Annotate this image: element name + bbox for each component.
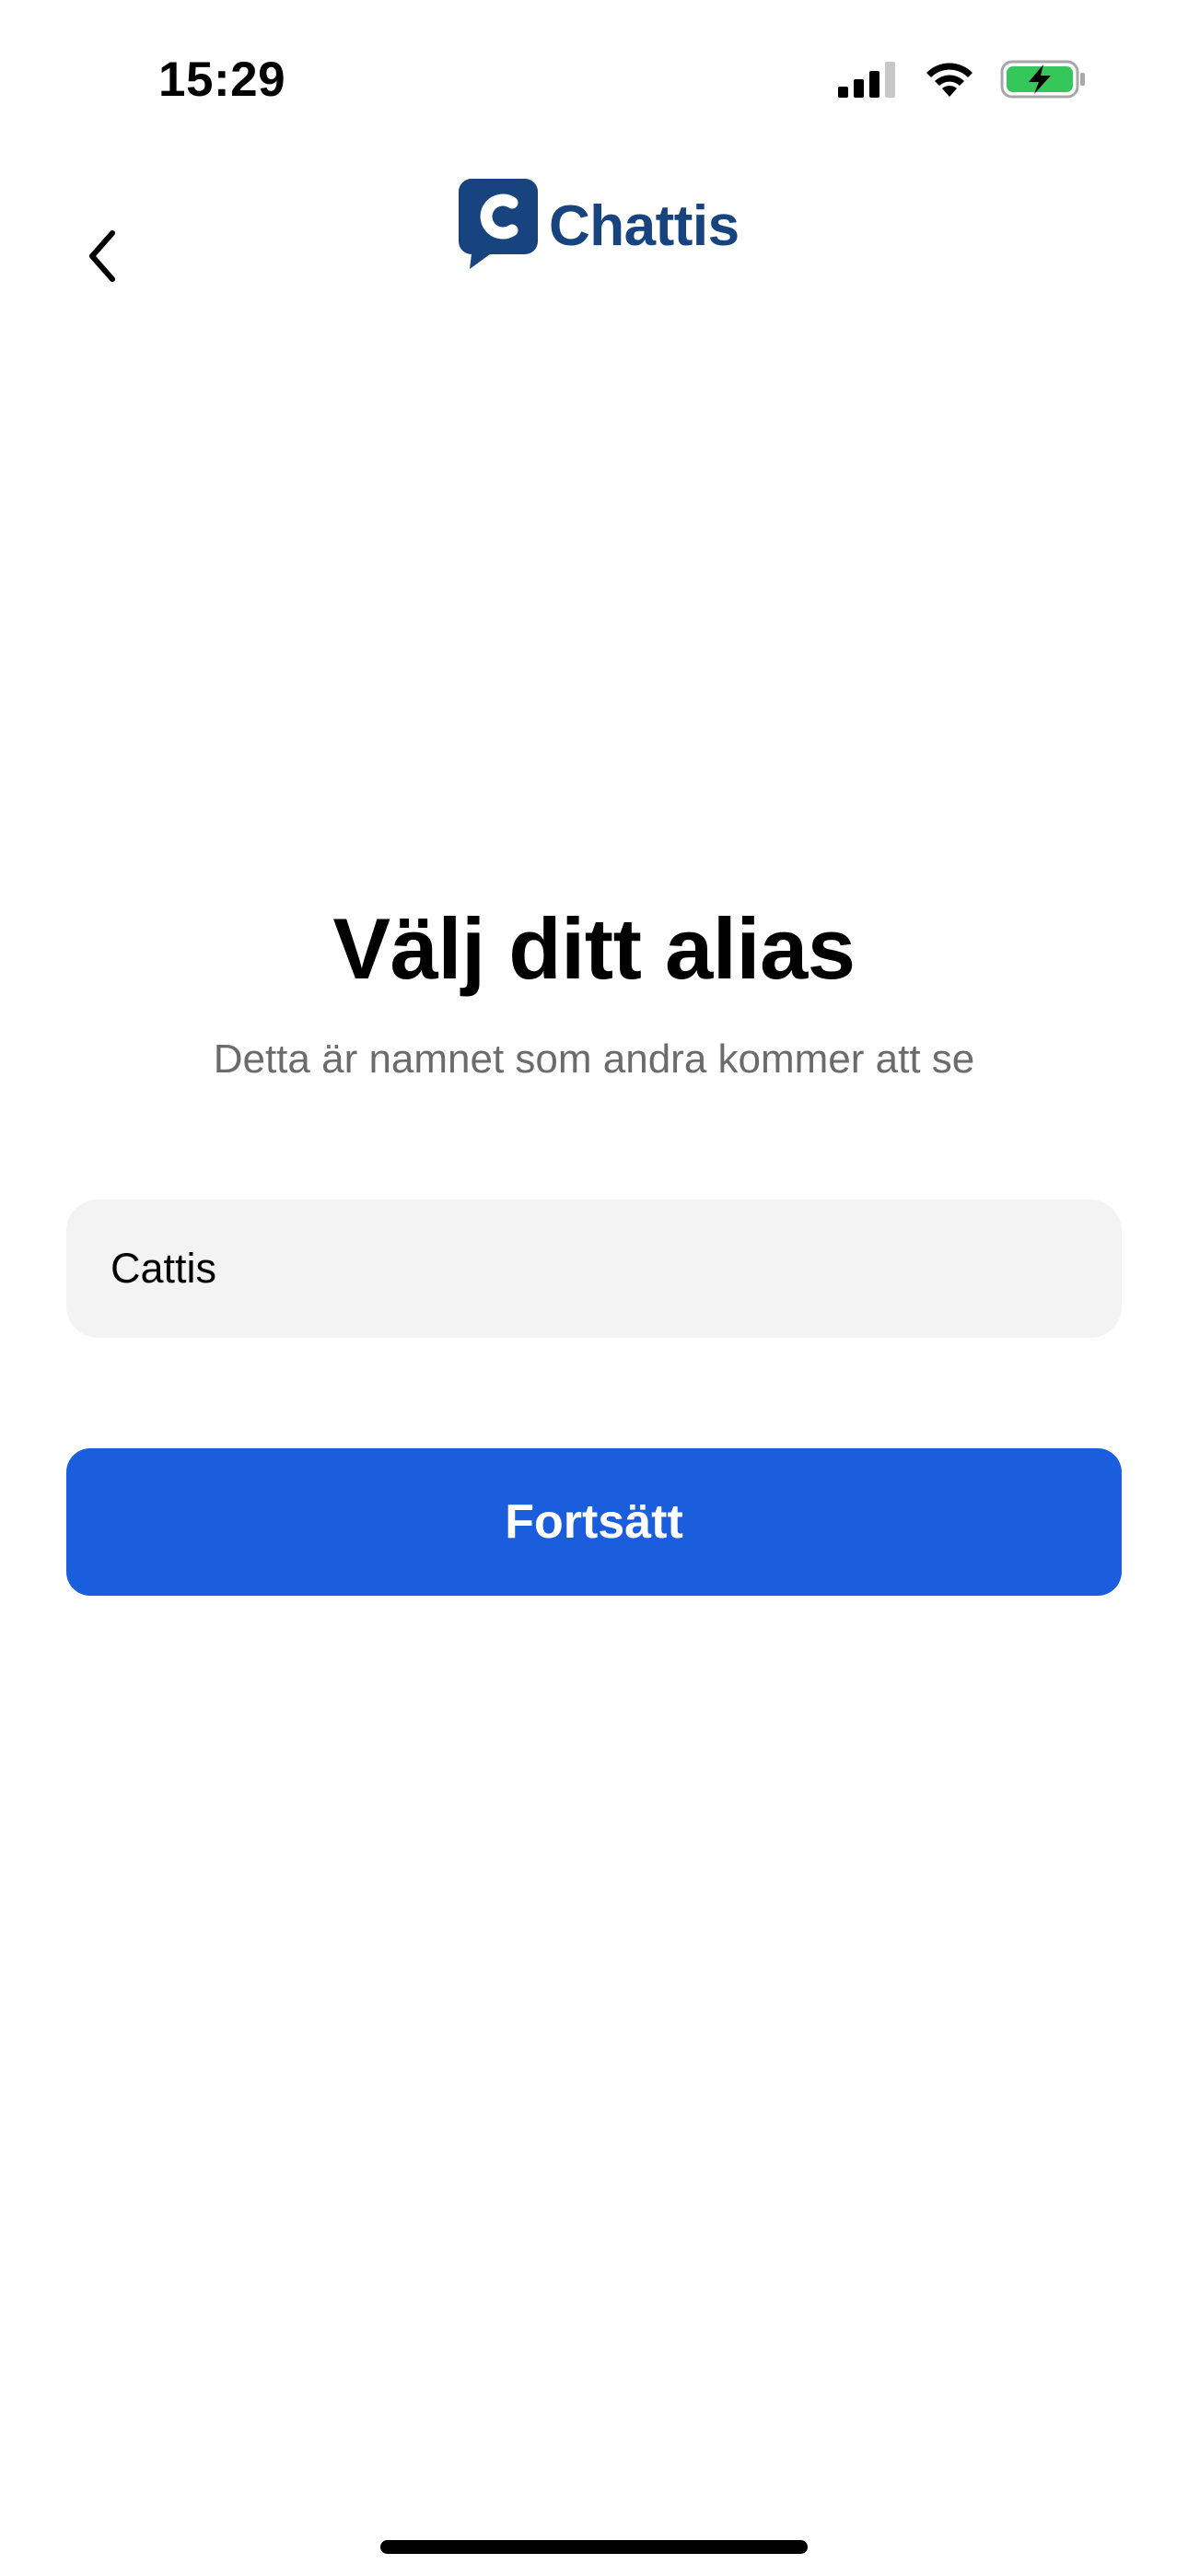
alias-field[interactable] [66,1200,1122,1338]
back-button[interactable] [64,212,138,304]
status-icons [838,55,1087,107]
status-bar: 15:29 [0,0,1188,157]
alias-input[interactable] [111,1245,1122,1293]
status-time: 15:29 [158,53,286,107]
home-indicator [380,2540,808,2554]
page-title: Välj ditt alias [332,900,856,997]
continue-button[interactable]: Fortsätt [66,1448,1122,1596]
chat-bubble-c-icon [459,178,538,274]
app-logo: Chattis [459,175,740,276]
page-subtitle: Detta är namnet som andra kommer att se [213,1036,975,1082]
cellular-signal-icon [838,61,899,102]
nav-bar: Chattis [0,157,1188,322]
battery-charging-icon [1000,59,1087,104]
chevron-left-icon [83,228,120,289]
wifi-icon [923,60,976,103]
logo-text: Chattis [549,193,740,258]
